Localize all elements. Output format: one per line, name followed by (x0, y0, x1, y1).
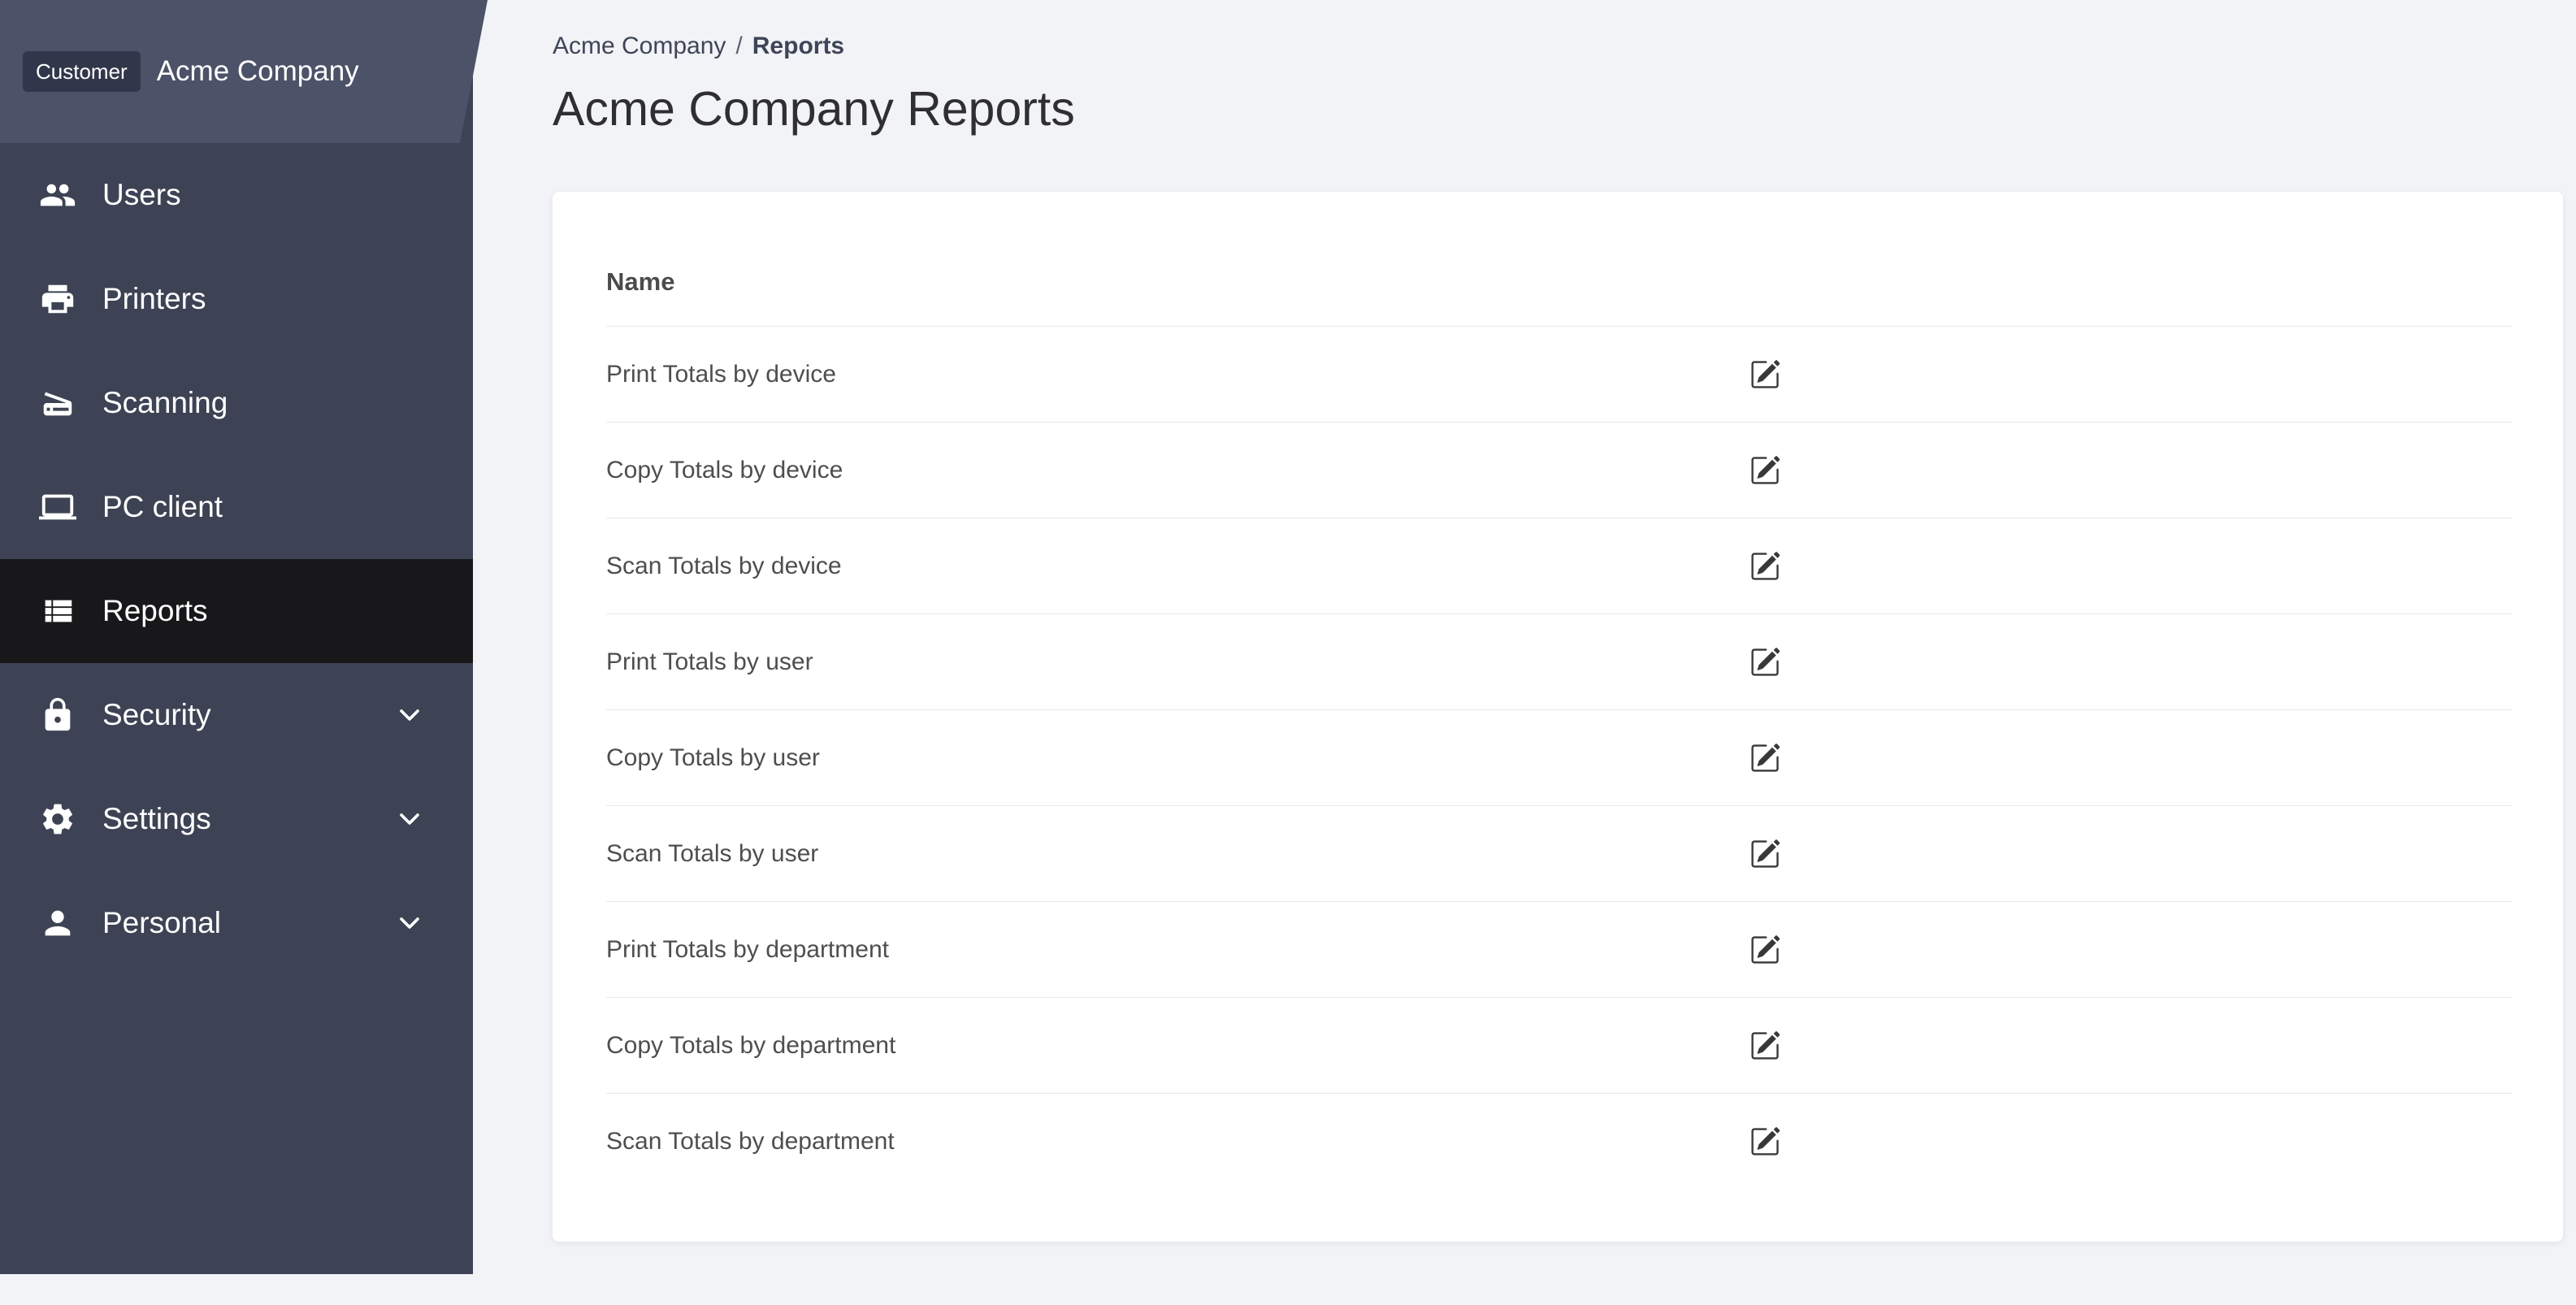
sidebar-item-printers[interactable]: Printers (0, 247, 473, 351)
edit-icon (1751, 551, 1780, 580)
edit-report-button[interactable] (1742, 448, 1788, 493)
sidebar-item-pc-client[interactable]: PC client (0, 455, 473, 559)
table-row[interactable]: Print Totals by user (606, 614, 2513, 710)
sidebar-item-label: Reports (102, 594, 208, 627)
sidebar-item-label: Printers (102, 282, 206, 315)
edit-icon (1751, 455, 1780, 484)
report-name: Scan Totals by user (606, 839, 819, 867)
gear-icon (39, 800, 76, 838)
page-title: Acme Company Reports (553, 82, 1075, 136)
main-content: Acme Company / Reports Acme Company Repo… (473, 31, 2576, 1305)
chevron-down-icon (393, 699, 426, 731)
table-row[interactable]: Copy Totals by user (606, 710, 2513, 806)
person-icon (39, 904, 76, 942)
edit-report-button[interactable] (1742, 639, 1788, 685)
table-header-name: Name (606, 237, 2513, 327)
edit-icon (1751, 934, 1780, 964)
sidebar-item-label: Personal (102, 906, 222, 939)
edit-report-button[interactable] (1742, 831, 1788, 877)
sidebar-item-label: Users (102, 178, 181, 211)
reports-card: Name Print Totals by device Copy Totals … (553, 192, 2563, 1242)
edit-icon (1751, 1030, 1780, 1060)
report-name: Copy Totals by device (606, 456, 843, 483)
table-row[interactable]: Scan Totals by department (606, 1094, 2513, 1190)
table-row[interactable]: Scan Totals by device (606, 518, 2513, 614)
breadcrumb-separator: / (735, 33, 743, 59)
edit-report-button[interactable] (1742, 1119, 1788, 1164)
edit-report-button[interactable] (1742, 927, 1788, 973)
sidebar-item-users[interactable]: Users (0, 143, 473, 247)
edit-icon (1751, 359, 1780, 388)
breadcrumb: Acme Company / Reports (553, 31, 2576, 62)
edit-icon (1751, 647, 1780, 676)
edit-icon (1751, 743, 1780, 772)
sidebar-item-reports[interactable]: Reports (0, 559, 473, 663)
table-row[interactable]: Copy Totals by device (606, 423, 2513, 518)
sidebar-item-personal[interactable]: Personal (0, 871, 473, 975)
report-name: Copy Totals by user (606, 744, 820, 771)
report-name: Scan Totals by device (606, 552, 842, 579)
table-row[interactable]: Print Totals by device (606, 327, 2513, 423)
monitor-icon (39, 488, 76, 526)
sidebar-customer-header: Customer Acme Company (0, 0, 488, 143)
sidebar-item-scanning[interactable]: Scanning (0, 351, 473, 455)
report-name: Print Totals by device (606, 360, 836, 388)
sidebar-item-label: Scanning (102, 386, 228, 419)
sidebar-item-settings[interactable]: Settings (0, 767, 473, 871)
report-name: Print Totals by user (606, 648, 813, 675)
report-name: Print Totals by department (606, 935, 889, 963)
report-name: Copy Totals by department (606, 1031, 896, 1059)
chevron-down-icon (393, 907, 426, 939)
sidebar-item-security[interactable]: Security (0, 663, 473, 767)
printer-icon (39, 280, 76, 318)
edit-report-button[interactable] (1742, 544, 1788, 589)
edit-icon (1751, 1127, 1780, 1155)
table-row[interactable]: Copy Totals by department (606, 998, 2513, 1094)
customer-name: Acme Company (156, 55, 359, 87)
sidebar-item-label: Security (102, 698, 211, 731)
customer-badge: Customer (23, 51, 141, 92)
sidebar-item-label: PC client (102, 490, 223, 523)
sidebar-item-label: Settings (102, 802, 211, 835)
chevron-down-icon (393, 803, 426, 835)
breadcrumb-current: Reports (752, 33, 845, 59)
edit-report-button[interactable] (1742, 735, 1788, 781)
table-row[interactable]: Print Totals by department (606, 902, 2513, 998)
table-row[interactable]: Scan Totals by user (606, 806, 2513, 902)
edit-icon (1751, 839, 1780, 868)
report-name: Scan Totals by department (606, 1128, 895, 1155)
sidebar-menu: Overview Users Printers Scanning PC clie (0, 0, 473, 975)
breadcrumb-parent-link[interactable]: Acme Company (553, 33, 726, 60)
sidebar: Customer Acme Company Overview Users Pri… (0, 0, 473, 1274)
users-icon (39, 176, 76, 214)
lock-icon (39, 696, 76, 734)
reports-icon (39, 592, 76, 630)
scanner-icon (39, 384, 76, 422)
edit-report-button[interactable] (1742, 1023, 1788, 1069)
edit-report-button[interactable] (1742, 352, 1788, 397)
